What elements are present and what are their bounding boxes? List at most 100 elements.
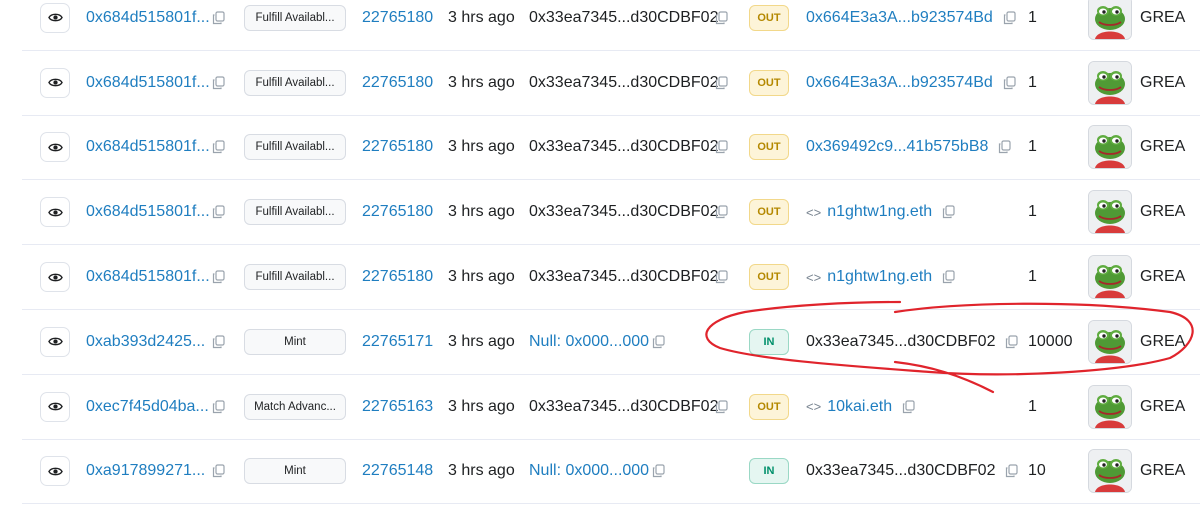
block-link[interactable]: 22765180 [362,268,433,286]
copy-icon[interactable] [942,205,955,219]
block-link[interactable]: 22765180 [362,9,433,27]
token-name[interactable]: GREA [1140,74,1185,92]
view-details-button[interactable] [40,391,70,422]
view-details-button[interactable] [40,456,70,487]
quantity-value: 1 [1028,8,1037,26]
code-icon: <> [806,204,822,220]
from-address[interactable]: Null: 0x000...000 [529,333,649,351]
pepe-frog-avatar [1089,0,1131,39]
copy-icon[interactable] [212,140,225,154]
pepe-frog-avatar [1089,191,1131,234]
method-badge: Fulfill Availabl... [244,134,346,161]
token-name[interactable]: GREA [1140,268,1185,286]
copy-icon[interactable] [212,400,225,414]
block-link[interactable]: 22765171 [362,333,433,351]
txn-hash-link[interactable]: 0x684d515801f... [86,9,210,27]
token-avatar [1088,0,1132,40]
from-address: 0x33ea7345...d30CDBF02 [529,203,719,221]
to-address[interactable]: 0x664E3a3A...b923574Bd [806,74,1016,92]
copy-icon[interactable] [1005,464,1019,478]
view-details-button[interactable] [40,262,70,293]
token-avatar [1088,60,1132,105]
eye-icon [47,338,63,346]
to-address-text: 0x664E3a3A...b923574Bd [806,73,993,91]
copy-icon[interactable] [212,464,225,478]
method-badge: Fulfill Availabl... [244,69,346,96]
token-avatar [1088,125,1132,170]
block-link[interactable]: 22765180 [362,74,433,92]
txn-hash-link[interactable]: 0x684d515801f... [86,203,210,221]
copy-icon[interactable] [212,335,225,349]
txn-hash-link[interactable]: 0x684d515801f... [86,268,210,286]
eye-icon [47,143,63,152]
token-name[interactable]: GREA [1140,9,1185,27]
view-details-button[interactable] [40,326,70,357]
quantity-value: 10000 [1028,332,1073,350]
to-address[interactable]: <> n1ghtw1ng.eth [806,268,955,286]
view-details-button[interactable] [40,2,70,33]
copy-icon[interactable] [902,400,915,414]
quantity-value: 1 [1028,203,1037,221]
copy-icon[interactable] [715,76,728,90]
copy-icon[interactable] [715,400,728,414]
to-address[interactable]: 0x369492c9...41b575bB8 [806,138,1011,156]
to-address[interactable]: 0x664E3a3A...b923574Bd [806,9,1016,27]
copy-icon[interactable] [652,464,665,478]
txn-hash-link[interactable]: 0xec7f45d04ba... [86,398,209,416]
txn-hash-link[interactable]: 0xab393d2425... [86,333,205,351]
from-address[interactable]: Null: 0x000...000 [529,462,649,480]
to-address-text: 0x33ea7345...d30CDBF02 [806,332,996,350]
direction-badge: OUT [749,199,789,226]
token-avatar [1088,255,1132,300]
from-address: 0x33ea7345...d30CDBF02 [529,138,719,156]
copy-icon[interactable] [942,270,955,284]
token-name[interactable]: GREA [1140,462,1185,480]
copy-icon[interactable] [212,270,225,284]
txn-hash-link[interactable]: 0xa917899271... [86,462,205,480]
table-row: 0x684d515801f... Fulfill Availabl... 22765… [22,180,1200,246]
to-address-text: n1ghtw1ng.eth [827,268,933,286]
copy-icon[interactable] [715,11,728,25]
copy-icon[interactable] [1003,11,1016,25]
age-text: 3 hrs ago [448,332,515,350]
block-link[interactable]: 22765163 [362,398,433,416]
block-link[interactable]: 22765180 [362,138,433,156]
view-details-button[interactable] [40,67,70,98]
block-link[interactable]: 22765148 [362,462,433,480]
token-name[interactable]: GREA [1140,398,1185,416]
token-avatar [1088,449,1132,494]
quantity-value: 1 [1028,268,1037,286]
copy-icon[interactable] [715,270,728,284]
table-row: 0xa917899271... Mint 22765148 3 hrs ago Null… [22,440,1200,505]
to-address[interactable]: <> 10kai.eth [806,398,915,416]
copy-icon[interactable] [715,205,728,219]
quantity-value: 10 [1028,462,1046,480]
copy-icon[interactable] [652,335,665,349]
quantity-value: 1 [1028,73,1037,91]
token-name[interactable]: GREA [1140,203,1185,221]
eye-icon [47,273,63,281]
txn-hash-link[interactable]: 0x684d515801f... [86,74,210,92]
copy-icon[interactable] [715,140,728,154]
age-text: 3 hrs ago [448,138,515,156]
copy-icon[interactable] [212,11,225,25]
token-name[interactable]: GREA [1140,138,1185,156]
view-details-button[interactable] [40,132,70,163]
copy-icon[interactable] [1005,335,1019,349]
copy-icon[interactable] [998,140,1011,154]
txn-hash-link[interactable]: 0x684d515801f... [86,138,210,156]
copy-icon[interactable] [212,76,225,90]
from-address: 0x33ea7345...d30CDBF02 [529,397,719,415]
method-badge: Fulfill Availabl... [244,4,346,31]
to-address[interactable]: <> n1ghtw1ng.eth [806,203,955,221]
copy-icon[interactable] [212,205,225,219]
view-details-button[interactable] [40,197,70,228]
age-text: 3 hrs ago [448,8,515,26]
copy-icon[interactable] [1003,76,1016,90]
method-badge: Mint [244,458,346,485]
from-address: 0x33ea7345...d30CDBF02 [529,8,719,26]
token-name[interactable]: GREA [1140,333,1185,351]
to-address: 0x33ea7345...d30CDBF02 [806,462,1019,480]
block-link[interactable]: 22765180 [362,203,433,221]
age-text: 3 hrs ago [448,268,515,286]
